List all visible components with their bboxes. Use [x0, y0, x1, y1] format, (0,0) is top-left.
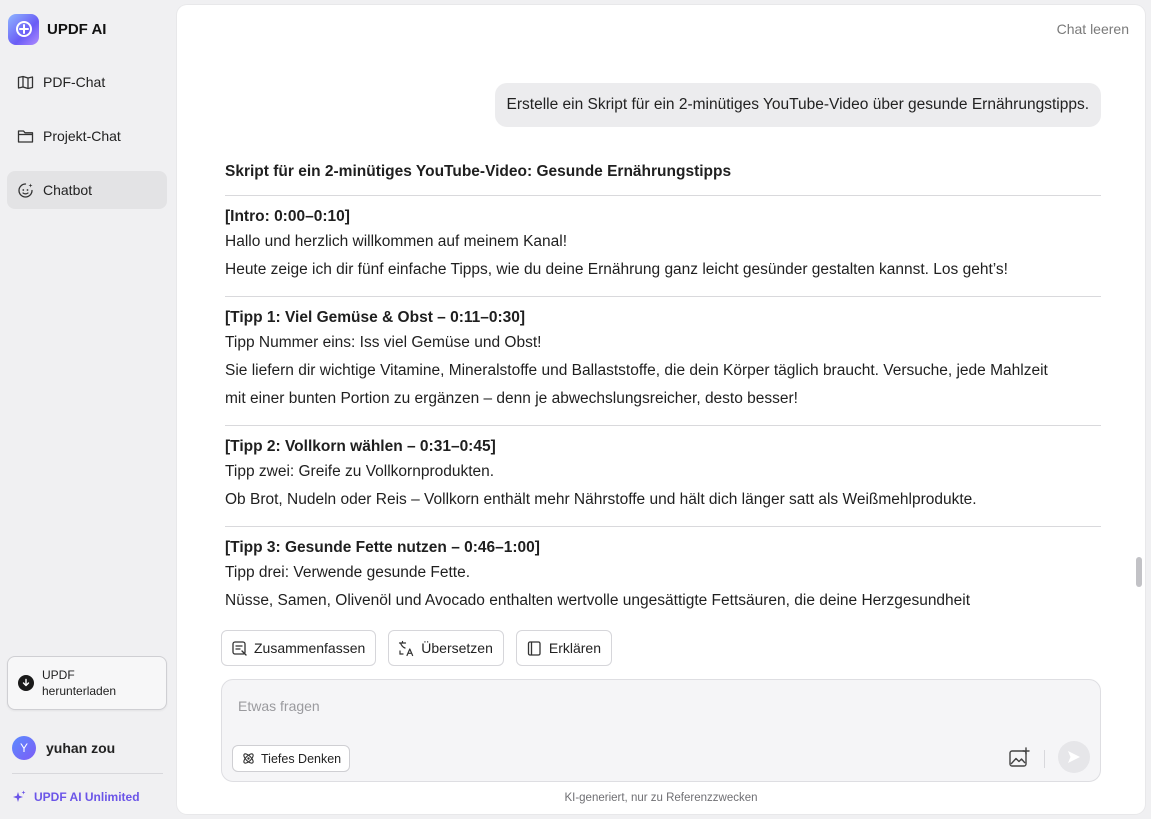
image-upload-icon[interactable]: [1008, 747, 1030, 769]
translate-button[interactable]: Übersetzen: [388, 630, 504, 666]
section-line: Ob Brot, Nudeln oder Reis – Vollkorn ent…: [225, 491, 977, 508]
sidebar-item-label: Projekt-Chat: [43, 128, 121, 144]
section-heading: [Tipp 3: Gesunde Fette nutzen – 0:46–1:0…: [225, 539, 540, 556]
sidebar-item-label: PDF-Chat: [43, 74, 106, 90]
deep-think-toggle[interactable]: Tiefes Denken: [232, 745, 351, 772]
summarize-button[interactable]: Zusammenfassen: [221, 630, 377, 666]
explain-button[interactable]: Erklären: [515, 630, 613, 666]
atom-icon: [243, 753, 254, 764]
translate-icon: [399, 640, 414, 656]
section-heading: [Tipp 2: Vollkorn wählen – 0:31–0:45]: [225, 438, 496, 455]
section-line: Tipp zwei: Greife zu Vollkornprodukten.: [225, 463, 495, 480]
answer-section: [Tipp 3: Gesunde Fette nutzen – 0:46–1:0…: [225, 526, 1101, 615]
book-open-icon: [17, 75, 34, 89]
brand-name: UPDF AI: [47, 20, 107, 38]
download-label: UPDF herunterladen: [42, 668, 117, 698]
book-icon: [527, 640, 541, 656]
ai-disclaimer: KI-generiert, nur zu Referenzzwecken: [564, 792, 758, 804]
sidebar-item-chatbot[interactable]: Chatbot: [7, 171, 167, 209]
user-message-bubble: Erstelle ein Skript für ein 2-minütiges …: [494, 83, 1101, 127]
sparkle-icon: [13, 790, 26, 802]
upgrade-unlimited-link[interactable]: UPDF AI Unlimited: [12, 790, 140, 804]
sidebar: UPDF AI PDF-Chat Projekt-Chat Chatbot UP…: [0, 0, 174, 819]
brand[interactable]: UPDF AI: [8, 13, 106, 45]
answer-actions: Zusammenfassen Übersetzen Erklären: [221, 630, 613, 666]
section-line: Sie liefern dir wichtige Vitamine, Miner…: [225, 362, 1048, 379]
answer-section: [Intro: 0:00–0:10] Hallo und herzlich wi…: [225, 195, 1101, 284]
download-icon: [18, 675, 34, 691]
folder-icon: [17, 129, 34, 143]
sidebar-item-label: Chatbot: [43, 182, 93, 198]
section-line: mit einer bunten Portion zu ergänzen – d…: [225, 390, 798, 407]
section-line: Nüsse, Samen, Olivenöl und Avocado entha…: [225, 592, 971, 609]
clear-chat-button[interactable]: Chat leeren: [1057, 21, 1129, 37]
sidebar-item-projekt-chat[interactable]: Projekt-Chat: [7, 117, 167, 155]
download-updf-button[interactable]: UPDF herunterladen: [7, 656, 167, 710]
assistant-answer: Skript für ein 2-minütiges YouTube-Video…: [225, 161, 1101, 616]
sidebar-item-pdf-chat[interactable]: PDF-Chat: [7, 63, 167, 101]
section-heading: [Tipp 1: Viel Gemüse & Obst – 0:11–0:30]: [225, 309, 526, 326]
send-button[interactable]: [1058, 741, 1090, 773]
sidebar-divider: [12, 773, 163, 774]
answer-title: Skript für ein 2-minütiges YouTube-Video…: [225, 163, 732, 180]
user-name: yuhan zou: [46, 740, 116, 756]
chat-input-placeholder[interactable]: Etwas fragen: [238, 698, 320, 714]
avatar: Y: [12, 736, 36, 760]
section-line: Hallo und herzlich willkommen auf meinem…: [225, 233, 568, 250]
section-line: Tipp Nummer eins: Iss viel Gemüse und Ob…: [225, 334, 542, 351]
send-icon: [1068, 751, 1080, 763]
chat-panel: Chat leeren Erstelle ein Skript für ein …: [177, 5, 1145, 814]
summarize-icon: [232, 640, 247, 656]
answer-section: [Tipp 2: Vollkorn wählen – 0:31–0:45] Ti…: [225, 425, 1101, 514]
scrollbar-thumb[interactable]: [1136, 557, 1142, 587]
section-line: Tipp drei: Verwende gesunde Fette.: [225, 564, 470, 581]
user-profile[interactable]: Y yuhan zou: [12, 736, 115, 760]
answer-section: [Tipp 1: Viel Gemüse & Obst – 0:11–0:30]…: [225, 296, 1101, 413]
section-heading: [Intro: 0:00–0:10]: [225, 208, 350, 225]
section-line: Heute zeige ich dir fünf einfache Tipps,…: [225, 261, 1008, 278]
chatbot-icon: [18, 182, 33, 198]
updf-logo-icon: [8, 13, 39, 45]
chat-input-box[interactable]: Etwas fragen Tiefes Denken: [221, 679, 1101, 782]
input-divider: [1044, 750, 1045, 768]
